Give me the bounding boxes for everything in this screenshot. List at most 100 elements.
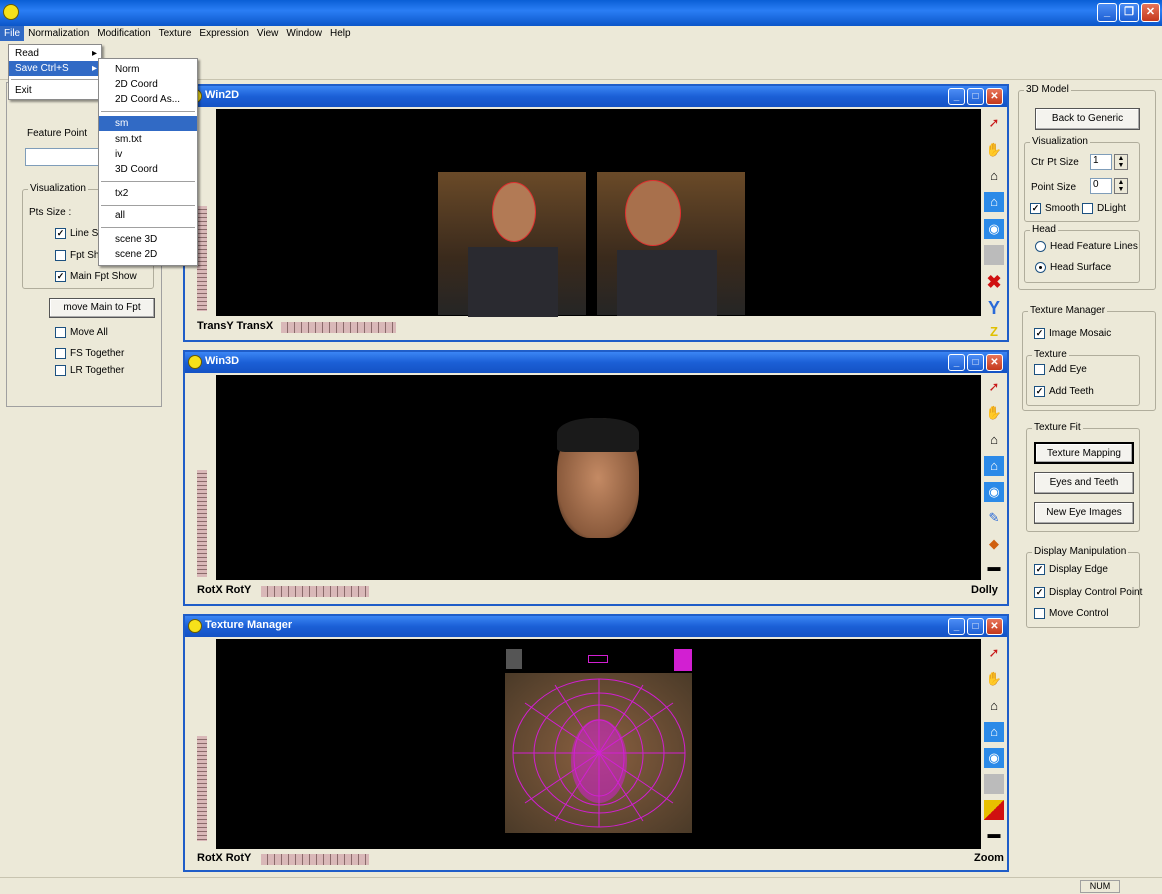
line-show-checkbox[interactable]: ✓ Line S	[55, 228, 98, 239]
vertical-slider[interactable]	[197, 206, 207, 311]
fs-together-checkbox[interactable]: FS Together	[55, 348, 124, 359]
add-eye-checkbox[interactable]: Add Eye	[1034, 364, 1087, 375]
home-icon[interactable]: ⌂	[984, 166, 1004, 186]
hand-icon[interactable]: ✋	[984, 140, 1004, 160]
submenu-item-sm[interactable]: sm	[99, 116, 197, 131]
main-fpt-show-checkbox[interactable]: ✓ Main Fpt Show	[55, 271, 137, 282]
move-main-to-fpt-button[interactable]: move Main to Fpt	[49, 298, 155, 318]
submenu-item-3d-coord[interactable]: 3D Coord	[99, 162, 197, 177]
slider-handle-icon[interactable]: ▬	[984, 824, 1004, 844]
submenu-item-2d-coord-as[interactable]: 2D Coord As...	[99, 92, 197, 107]
ctr-pt-size-input[interactable]: 1	[1090, 154, 1112, 170]
submenu-item-all[interactable]: all	[99, 208, 197, 223]
menu-file[interactable]: File	[0, 26, 25, 41]
win2d-viewport[interactable]	[216, 109, 981, 317]
move-control-checkbox[interactable]: Move Control	[1034, 608, 1108, 619]
3d-head-model	[557, 418, 639, 538]
color-icon[interactable]	[984, 800, 1004, 820]
menu-window[interactable]: Window	[282, 26, 326, 41]
arrow-icon[interactable]: ➚	[984, 643, 1004, 663]
menu-expression[interactable]: Expression	[195, 26, 252, 41]
flashlight-icon[interactable]: ✎	[984, 508, 1004, 528]
fpt-show-checkbox[interactable]: Fpt Sh	[55, 250, 99, 261]
win-icon	[188, 619, 202, 633]
spinner-icon[interactable]: ▲ ▼	[1114, 178, 1128, 194]
minimize-icon[interactable]: _	[1097, 3, 1117, 22]
z-icon[interactable]: Z	[984, 322, 1004, 342]
restore-icon[interactable]: ❐	[1119, 3, 1139, 22]
maximize-icon[interactable]: □	[967, 88, 984, 105]
blank-icon[interactable]	[984, 245, 1004, 265]
close-icon[interactable]: ✕	[986, 618, 1003, 635]
y-icon[interactable]: Y	[984, 298, 1004, 318]
hand-icon[interactable]: ✋	[984, 669, 1004, 689]
vertical-slider[interactable]	[197, 736, 207, 841]
texture-mapping-button[interactable]: Texture Mapping	[1034, 442, 1134, 464]
home-icon[interactable]: ⌂	[984, 696, 1004, 716]
house-icon[interactable]: ⌂	[984, 456, 1004, 476]
lr-together-checkbox[interactable]: LR Together	[55, 365, 124, 376]
minimize-icon[interactable]: _	[948, 618, 965, 635]
menu-help[interactable]: Help	[326, 26, 355, 41]
vertical-slider[interactable]	[197, 470, 207, 577]
display-control-point-checkbox[interactable]: ✓ Display Control Point	[1034, 587, 1142, 598]
blank-icon[interactable]	[984, 774, 1004, 794]
head-surface-radio[interactable]: Head Surface	[1035, 262, 1111, 273]
close-icon[interactable]: ✕	[986, 88, 1003, 105]
minimize-icon[interactable]: _	[948, 88, 965, 105]
head-feature-lines-radio[interactable]: Head Feature Lines	[1035, 241, 1138, 252]
back-to-generic-button[interactable]: Back to Generic	[1035, 108, 1140, 130]
house-icon[interactable]: ⌂	[984, 192, 1004, 212]
image-mosaic-checkbox[interactable]: ✓ Image Mosaic	[1034, 328, 1111, 339]
slider-handle-icon[interactable]: ▬	[984, 557, 1004, 577]
menu-separator	[101, 181, 195, 182]
menu-view[interactable]: View	[253, 26, 283, 41]
menu-item-save[interactable]: Save Ctrl+S ▸	[9, 61, 101, 76]
maximize-icon[interactable]: □	[967, 618, 984, 635]
new-eye-images-button[interactable]: New Eye Images	[1034, 502, 1134, 524]
submenu-item-iv[interactable]: iv	[99, 147, 197, 162]
horizontal-slider[interactable]	[261, 854, 369, 865]
menu-normalization[interactable]: Normalization	[24, 26, 93, 41]
add-teeth-checkbox[interactable]: ✓ Add Teeth	[1034, 386, 1094, 397]
smooth-checkbox[interactable]: ✓ Smooth	[1030, 203, 1079, 214]
menu-item-read[interactable]: Read ▸	[9, 46, 101, 61]
close-icon[interactable]: ✕	[1141, 3, 1160, 22]
submenu-item-norm[interactable]: Norm	[99, 62, 197, 77]
win3d-window: Win3D _ □ ✕ RotX RotY Dolly ➚ ✋ ⌂ ⌂ ◉ ✎ …	[183, 350, 1009, 606]
move-all-checkbox[interactable]: Move All	[55, 327, 108, 338]
spinner-icon[interactable]: ▲ ▼	[1114, 154, 1128, 170]
home-icon[interactable]: ⌂	[984, 430, 1004, 450]
close-icon[interactable]: ✕	[986, 354, 1003, 371]
arrow-icon[interactable]: ➚	[984, 113, 1004, 133]
submenu-item-scene-2d[interactable]: scene 2D	[99, 247, 197, 262]
menu-texture[interactable]: Texture	[155, 26, 196, 41]
x-icon[interactable]: ✖	[984, 272, 1004, 292]
eye-icon[interactable]: ◉	[984, 219, 1004, 239]
dlight-checkbox[interactable]: DLight	[1082, 203, 1126, 214]
eyes-and-teeth-button[interactable]: Eyes and Teeth	[1034, 472, 1134, 494]
minimize-icon[interactable]: _	[948, 354, 965, 371]
win3d-viewport[interactable]	[216, 375, 981, 580]
maximize-icon[interactable]: □	[967, 354, 984, 371]
menu-modification[interactable]: Modification	[93, 26, 154, 41]
point-size-input[interactable]: 0	[1090, 178, 1112, 194]
hand-icon[interactable]: ✋	[984, 403, 1004, 423]
submenu-item-2d-coord[interactable]: 2D Coord	[99, 77, 197, 92]
eye-icon[interactable]: ◉	[984, 482, 1004, 502]
horizontal-slider[interactable]	[281, 322, 396, 333]
status-bar: NUM	[0, 877, 1162, 894]
cube-icon[interactable]: ◆	[984, 534, 1004, 554]
menu-item-exit[interactable]: Exit	[9, 83, 101, 98]
ctr-pt-size-label: Ctr Pt Size	[1031, 157, 1079, 168]
side-face-outline	[625, 180, 681, 246]
horizontal-slider[interactable]	[261, 586, 369, 597]
display-edge-checkbox[interactable]: ✓ Display Edge	[1034, 564, 1108, 575]
arrow-icon[interactable]: ➚	[984, 377, 1004, 397]
house-icon[interactable]: ⌂	[984, 722, 1004, 742]
submenu-item-scene-3d[interactable]: scene 3D	[99, 232, 197, 247]
eye-icon[interactable]: ◉	[984, 748, 1004, 768]
submenu-item-sm-txt[interactable]: sm.txt	[99, 132, 197, 147]
submenu-item-tx2[interactable]: tx2	[99, 186, 197, 201]
texture-viewport[interactable]	[216, 639, 981, 849]
